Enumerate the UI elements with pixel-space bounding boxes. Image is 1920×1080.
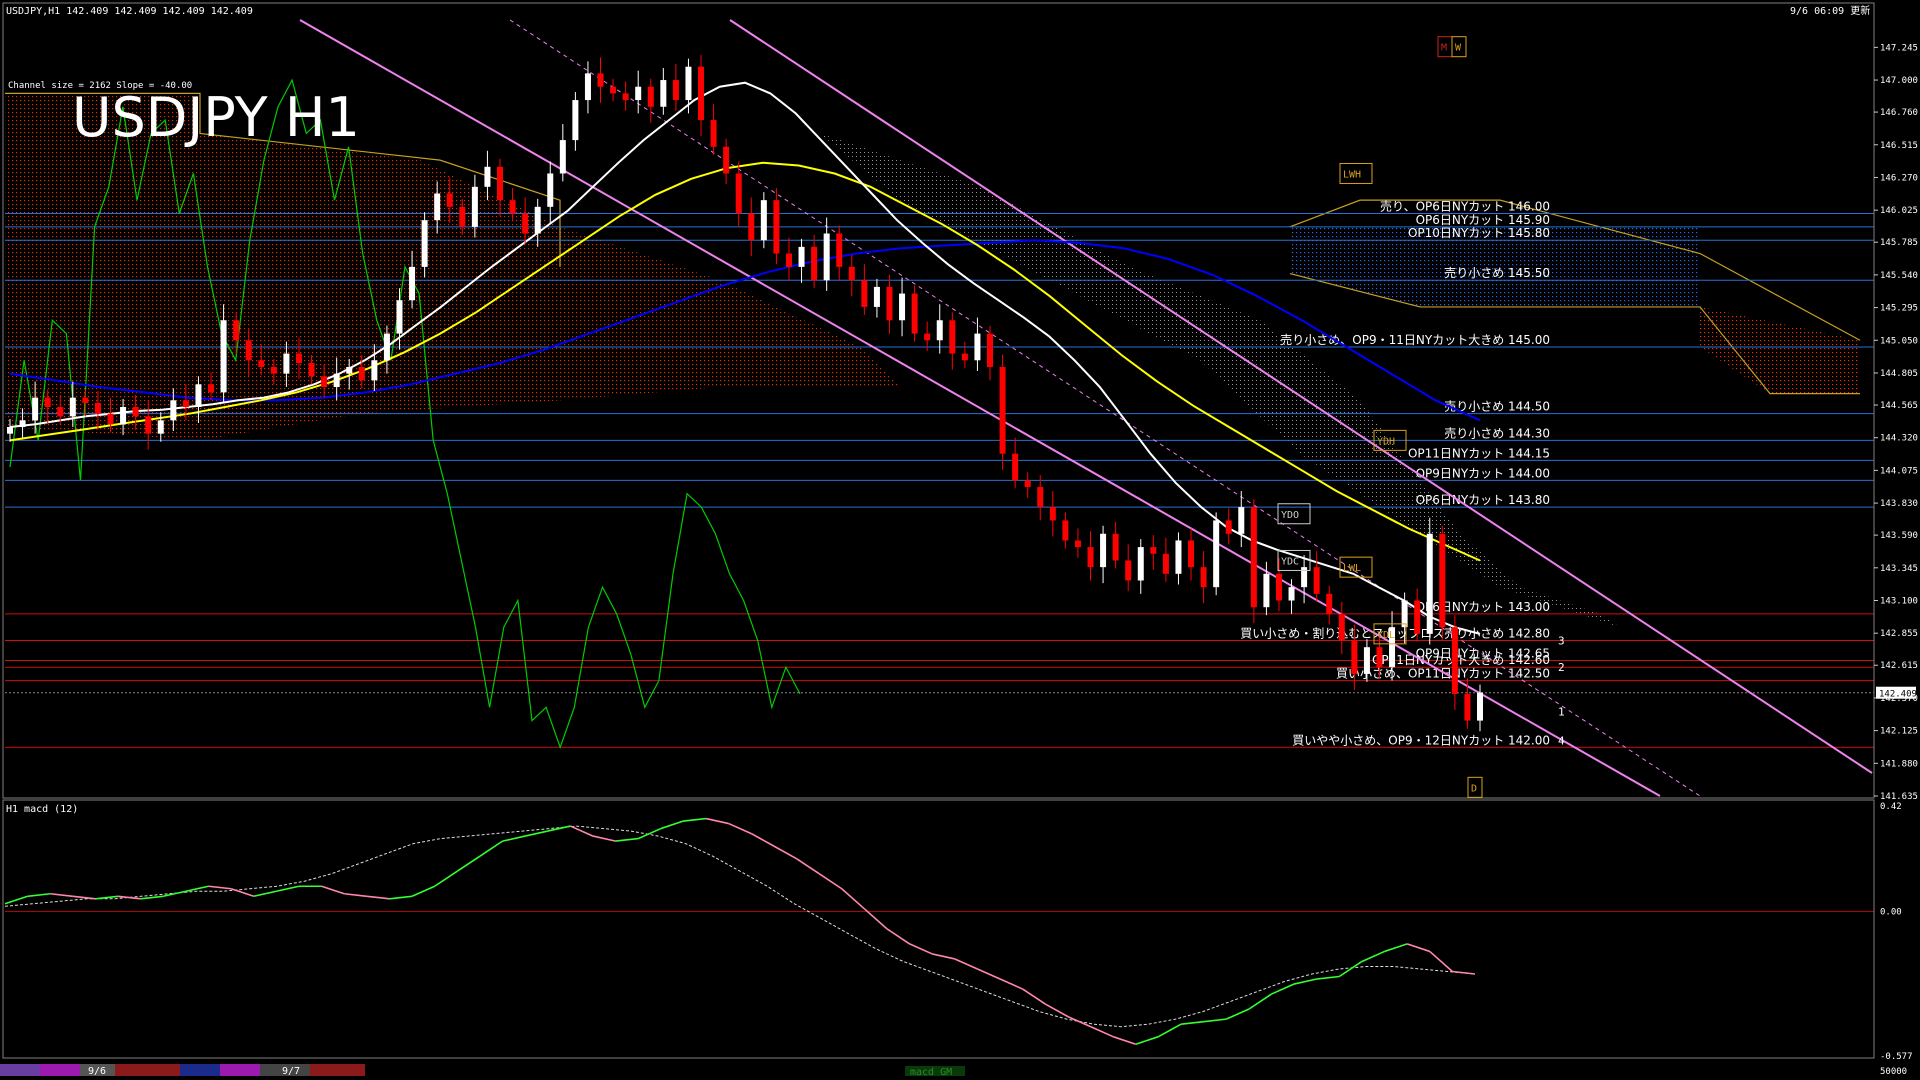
level-label-buy: OP11日NYカット大きめ 142.60 [1372, 653, 1550, 667]
update-time: 9/6 06:09 更新 [1790, 4, 1870, 17]
candle [1426, 517, 1433, 645]
projection-label: 2 [1558, 661, 1565, 674]
level-label-buy: 買い小さめ・割り込むとストップロス売り小さめ 142.80 [1240, 626, 1550, 641]
ref-box-label: YDO [1281, 510, 1299, 521]
ref-box-label: D [1471, 783, 1477, 794]
price-tick-label: 146.025 [1880, 206, 1918, 216]
date-label-9-6: 9/6 [88, 1066, 106, 1077]
projection-label: 3 [1558, 635, 1565, 648]
volume-axis-label: 50000 [1880, 1067, 1907, 1077]
price-tick-label: 143.590 [1880, 531, 1918, 541]
candle [911, 285, 918, 342]
price-tick-label: 144.805 [1880, 369, 1918, 379]
projection-label: 4 [1558, 735, 1565, 748]
current-price-label: 142.409 [1879, 690, 1917, 700]
level-label-buy: OP6日NYカット 143.00 [1416, 600, 1550, 614]
ref-box-label: M [1441, 43, 1447, 54]
macd-tick-label: 0.00 [1880, 907, 1902, 917]
period-separator-bar: 9/6 9/7 macd GM 50000 [0, 1062, 1920, 1080]
candle [999, 354, 1006, 470]
candle [1250, 499, 1257, 624]
price-tick-label: 146.270 [1880, 173, 1918, 183]
level-label-sell: 売り小さめ 145.50 [1444, 265, 1550, 280]
level-label-sell: 売り小さめ 144.30 [1444, 425, 1550, 440]
price-tick-label: 144.320 [1880, 434, 1918, 444]
level-label-sell: 売り、OP6日NYカット 146.00 [1380, 198, 1550, 213]
chart-canvas: 売り、OP6日NYカット 146.00OP6日NYカット 145.90OP10日… [0, 0, 1920, 1080]
price-tick-label: 145.540 [1880, 271, 1918, 281]
price-tick-label: 145.295 [1880, 304, 1918, 314]
price-tick-label: 146.760 [1880, 108, 1918, 118]
level-label-sell: OP10日NYカット 145.80 [1408, 226, 1550, 240]
price-tick-label: 142.125 [1880, 727, 1918, 737]
level-label-sell: OP11日NYカット 144.15 [1408, 446, 1550, 460]
macd-tick-label: 0.42 [1880, 802, 1902, 812]
level-label-buy: 買いやや小さめ、OP9・12日NYカット 142.00 [1292, 733, 1550, 747]
macd-tick-label: -0.577 [1880, 1052, 1913, 1062]
ref-box-label: YDL [1377, 630, 1395, 641]
candle [760, 192, 767, 249]
level-label-sell: OP9日NYカット 144.00 [1416, 466, 1550, 480]
price-tick-label: 146.515 [1880, 141, 1918, 151]
candle [1439, 525, 1446, 641]
price-tick-label: 144.565 [1880, 401, 1918, 411]
price-tick-label: 144.075 [1880, 466, 1918, 476]
price-tick-label: 147.245 [1880, 43, 1918, 53]
price-tick-label: 142.855 [1880, 629, 1918, 639]
level-label-sell: OP6日NYカット 143.80 [1416, 493, 1550, 507]
candle [1213, 512, 1220, 596]
chart-title: USDJPY H1 [72, 86, 360, 149]
ref-box-label: YDC [1281, 556, 1299, 567]
price-tick-label: 145.785 [1880, 238, 1918, 248]
price-tick-label: 142.615 [1880, 661, 1918, 671]
price-tick-label: 145.050 [1880, 336, 1918, 346]
symbol-header: USDJPY,H1 142.409 142.409 142.409 142.40… [6, 6, 253, 17]
price-tick-label: 141.880 [1880, 759, 1918, 769]
macd-indicator-label: macd GM [910, 1067, 952, 1078]
price-tick-label: 143.345 [1880, 564, 1918, 574]
macd-header: H1 macd (12) [6, 804, 78, 815]
ref-box-label: W [1455, 43, 1462, 54]
price-tick-label: 141.635 [1880, 792, 1918, 802]
date-label-9-7: 9/7 [282, 1066, 300, 1077]
level-label-sell: OP6日NYカット 145.90 [1416, 213, 1550, 227]
ref-box-label: LWL [1343, 563, 1361, 574]
ref-box-label: YDH [1377, 436, 1395, 447]
level-label-sell: 売り小さめ、OP9・11日NYカット大きめ 145.00 [1280, 332, 1550, 347]
price-tick-label: 143.830 [1880, 499, 1918, 509]
ref-box-label: LWH [1343, 169, 1361, 180]
projection-label: 1 [1558, 705, 1565, 718]
price-tick-label: 143.100 [1880, 596, 1918, 606]
price-tick-label: 147.000 [1880, 76, 1918, 86]
